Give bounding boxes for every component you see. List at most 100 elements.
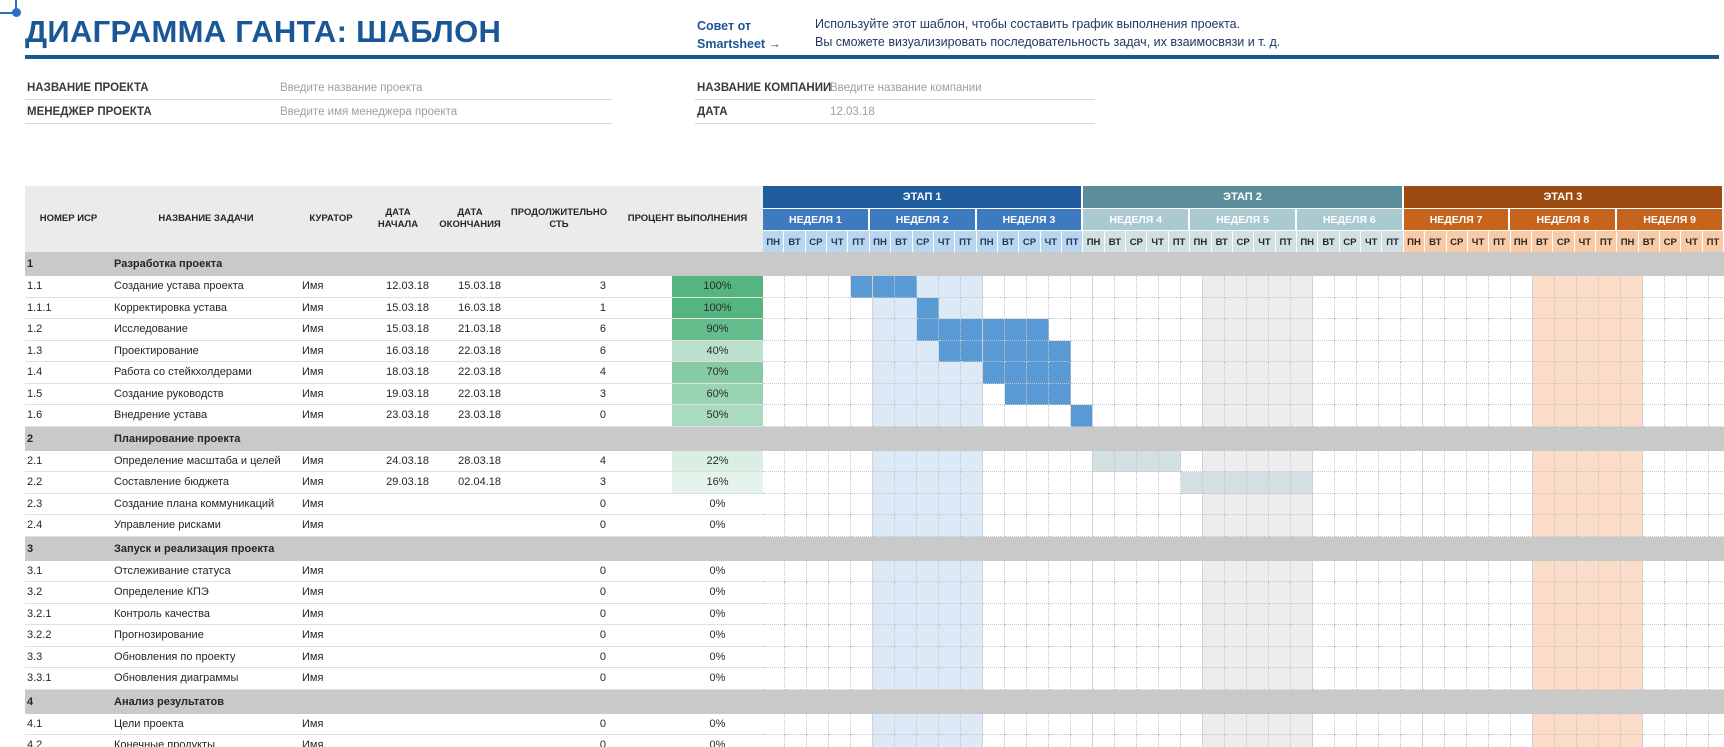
gantt-day-cell[interactable] — [1709, 561, 1724, 582]
gantt-day-cell[interactable] — [1049, 297, 1071, 319]
wbs-cell[interactable]: 2.1 — [25, 451, 112, 472]
gantt-day-cell[interactable] — [1291, 713, 1313, 735]
gantt-day-cell[interactable] — [1533, 450, 1555, 472]
gantt-day-cell[interactable] — [917, 515, 939, 537]
gantt-day-cell[interactable] — [1643, 493, 1665, 515]
percent-cell[interactable]: 50% — [612, 405, 763, 427]
gantt-day-cell[interactable] — [873, 472, 895, 494]
gantt-day-cell[interactable] — [1225, 646, 1247, 668]
curator-cell[interactable]: Имя — [300, 647, 362, 668]
gantt-day-cell[interactable] — [1709, 494, 1724, 515]
gantt-day-cell[interactable] — [1401, 340, 1423, 362]
gantt-day-cell[interactable] — [1467, 450, 1489, 472]
gantt-day-cell[interactable] — [1137, 603, 1159, 625]
gantt-day-cell[interactable] — [1489, 297, 1511, 319]
task-name-cell[interactable]: Исследование — [112, 319, 300, 341]
gantt-day-cell[interactable] — [1115, 472, 1137, 494]
gantt-day-cell[interactable] — [1203, 493, 1225, 515]
gantt-day-cell[interactable] — [1577, 603, 1599, 625]
gantt-day-cell[interactable] — [1357, 340, 1379, 362]
end-date-cell[interactable]: 21.03.18 — [434, 319, 506, 341]
duration-cell[interactable]: 0 — [506, 647, 612, 668]
curator-cell[interactable]: Имя — [300, 714, 362, 735]
day-header[interactable]: СР — [1339, 231, 1362, 252]
gantt-day-cell[interactable] — [1555, 472, 1577, 494]
gantt-day-cell[interactable] — [1401, 362, 1423, 384]
gantt-day-cell[interactable] — [1269, 383, 1291, 405]
gantt-bar-cell[interactable] — [1181, 472, 1203, 494]
week-header-5[interactable]: НЕДЕЛЯ 5 — [1190, 209, 1297, 230]
gantt-day-cell[interactable] — [1423, 319, 1445, 341]
gantt-day-cell[interactable] — [1203, 735, 1225, 747]
gantt-day-cell[interactable] — [1533, 735, 1555, 747]
gantt-day-cell[interactable] — [1291, 515, 1313, 537]
gantt-day-cell[interactable] — [1071, 668, 1093, 690]
gantt-day-cell[interactable] — [1159, 603, 1181, 625]
gantt-day-cell[interactable] — [1489, 625, 1511, 647]
gantt-day-cell[interactable] — [873, 668, 895, 690]
gantt-day-cell[interactable] — [1687, 515, 1709, 537]
curator-cell[interactable]: Имя — [300, 384, 362, 405]
gantt-day-cell[interactable] — [895, 383, 917, 405]
gantt-day-cell[interactable] — [1533, 713, 1555, 735]
gantt-day-cell[interactable] — [983, 405, 1005, 427]
gantt-day-cell[interactable] — [1577, 472, 1599, 494]
gantt-day-cell[interactable] — [983, 646, 1005, 668]
gantt-day-cell[interactable] — [807, 582, 829, 604]
duration-cell[interactable]: 0 — [506, 561, 612, 582]
wbs-cell[interactable]: 1.6 — [25, 405, 112, 427]
gantt-day-cell[interactable] — [1555, 319, 1577, 341]
gantt-day-cell[interactable] — [895, 340, 917, 362]
gantt-day-cell[interactable] — [785, 319, 807, 341]
gantt-day-cell[interactable] — [1489, 603, 1511, 625]
gantt-day-cell[interactable] — [807, 405, 829, 427]
wbs-cell[interactable]: 1 — [25, 252, 112, 276]
percent-cell[interactable]: 60% — [612, 383, 763, 405]
gantt-day-cell[interactable] — [1313, 405, 1335, 427]
gantt-day-cell[interactable] — [1599, 735, 1621, 747]
gantt-day-cell[interactable] — [1643, 297, 1665, 319]
gantt-day-cell[interactable] — [895, 603, 917, 625]
gantt-day-cell[interactable] — [1467, 472, 1489, 494]
gantt-bar-cell[interactable] — [1027, 319, 1049, 341]
gantt-day-cell[interactable] — [1687, 383, 1709, 405]
gantt-day-cell[interactable] — [1291, 383, 1313, 405]
gantt-day-cell[interactable] — [807, 450, 829, 472]
gantt-day-cell[interactable] — [1247, 362, 1269, 384]
end-date-cell[interactable]: 22.03.18 — [434, 384, 506, 405]
gantt-bar-cell[interactable] — [1005, 340, 1027, 362]
gantt-day-cell[interactable] — [1643, 362, 1665, 384]
task-name-cell[interactable]: Анализ результатов — [112, 689, 300, 714]
gantt-day-cell[interactable] — [1511, 668, 1533, 690]
week-header-3[interactable]: НЕДЕЛЯ 3 — [976, 209, 1084, 230]
gantt-day-cell[interactable] — [1159, 668, 1181, 690]
gantt-day-cell[interactable] — [1247, 450, 1269, 472]
gantt-day-cell[interactable] — [1181, 319, 1203, 341]
gantt-bar-cell[interactable] — [1137, 450, 1159, 472]
gantt-day-cell[interactable] — [1313, 603, 1335, 625]
gantt-day-cell[interactable] — [983, 276, 1005, 298]
gantt-day-cell[interactable] — [1687, 603, 1709, 625]
gantt-day-cell[interactable] — [1137, 582, 1159, 604]
gantt-day-cell[interactable] — [1093, 646, 1115, 668]
wbs-cell[interactable]: 1.1.1 — [25, 298, 112, 319]
gantt-day-cell[interactable] — [1181, 668, 1203, 690]
gantt-day-cell[interactable] — [1071, 515, 1093, 537]
gantt-day-cell[interactable] — [1137, 560, 1159, 582]
gantt-day-cell[interactable] — [1225, 735, 1247, 747]
gantt-day-cell[interactable] — [1467, 735, 1489, 747]
gantt-day-cell[interactable] — [983, 625, 1005, 647]
gantt-day-cell[interactable] — [1621, 340, 1643, 362]
curator-cell[interactable] — [300, 252, 362, 276]
end-date-cell[interactable] — [434, 536, 506, 561]
gantt-day-cell[interactable] — [1489, 276, 1511, 298]
gantt-day-cell[interactable] — [851, 362, 873, 384]
task-name-cell[interactable]: Прогнозирование — [112, 625, 300, 647]
task-name-cell[interactable]: Создание руководств — [112, 384, 300, 405]
gantt-day-cell[interactable] — [1335, 515, 1357, 537]
duration-cell[interactable]: 0 — [506, 625, 612, 647]
gantt-day-cell[interactable] — [785, 297, 807, 319]
gantt-day-cell[interactable] — [1511, 450, 1533, 472]
gantt-day-cell[interactable] — [939, 625, 961, 647]
gantt-day-cell[interactable] — [1467, 276, 1489, 298]
